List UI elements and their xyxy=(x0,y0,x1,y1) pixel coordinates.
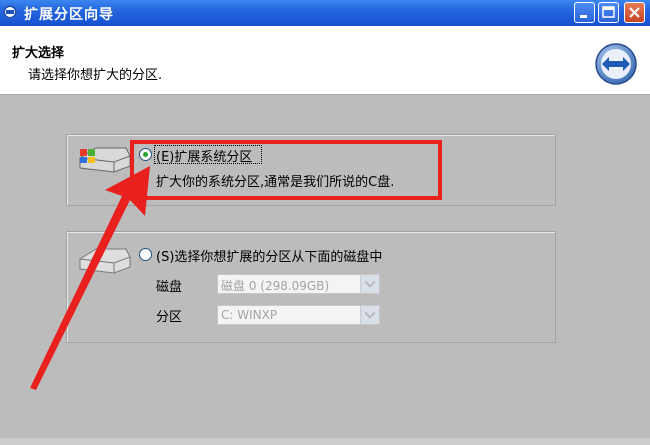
bottom-strip xyxy=(0,438,650,445)
annotation-arrow xyxy=(30,166,150,390)
